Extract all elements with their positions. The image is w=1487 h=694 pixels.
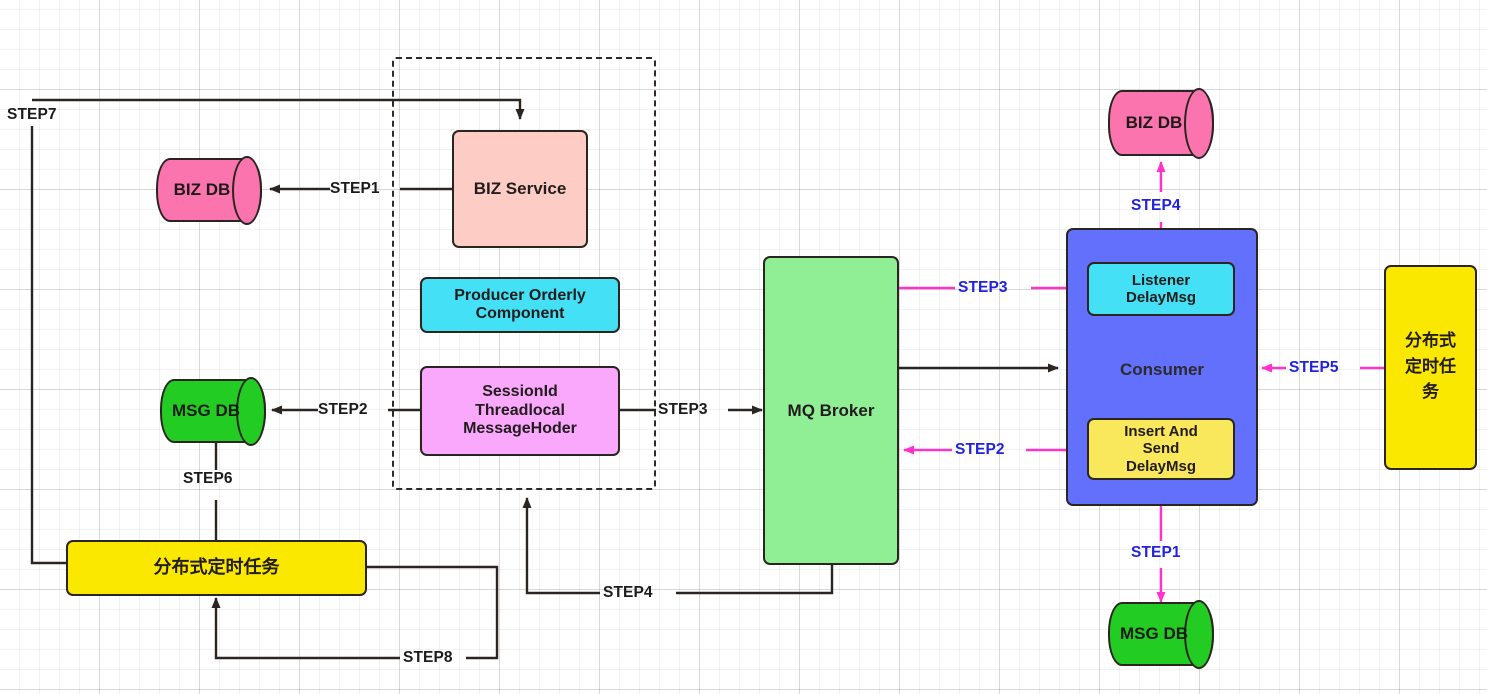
- sessionid-threadlocal-messageholder[interactable]: SessionId Threadlocal MessageHoder: [420, 366, 620, 456]
- scheduler-right-label-line2: 定时任: [1405, 356, 1456, 377]
- edge-label-step5-right: STEP5: [1289, 359, 1339, 376]
- msg-db-left[interactable]: MSG DB: [160, 376, 266, 446]
- msg-db-right-label: MSG DB: [1120, 624, 1188, 643]
- producer-component-label-line2: Component: [475, 305, 565, 322]
- mq-broker-label: MQ Broker: [787, 400, 875, 420]
- scheduler-right-label-line3: 务: [1422, 382, 1439, 403]
- producer-orderly-component[interactable]: Producer Orderly Component: [420, 277, 620, 333]
- scheduler-left[interactable]: 分布式定时任务: [66, 540, 367, 596]
- listener-label-line1: Listener: [1131, 271, 1191, 289]
- producer-component-label-line1: Producer Orderly: [454, 286, 586, 304]
- biz-db-left[interactable]: BIZ DB: [156, 155, 262, 225]
- biz-service[interactable]: BIZ Service: [452, 130, 588, 248]
- edge-label-step4-left: STEP4: [603, 584, 653, 601]
- listener-label-line2: DelayMsg: [1125, 289, 1197, 306]
- edge-label-step2-left: STEP2: [318, 401, 368, 418]
- edge-label-step6-left: STEP6: [183, 470, 233, 487]
- insert-send-label-line3: DelayMsg: [1125, 457, 1197, 475]
- biz-db-right-label: BIZ DB: [1125, 113, 1183, 132]
- biz-db-right[interactable]: BIZ DB: [1108, 87, 1214, 159]
- edge-label-step8-left: STEP8: [403, 649, 453, 666]
- diagram-canvas: BIZ DB BIZ Service Producer Orderly Comp…: [0, 0, 1487, 694]
- insert-send-label-line1: Insert And: [1124, 423, 1198, 441]
- scheduler-left-label: 分布式定时任务: [153, 556, 280, 578]
- session-holder-label-line2: Threadlocal: [475, 401, 565, 419]
- listener-delay-msg[interactable]: Listener DelayMsg: [1087, 262, 1235, 316]
- biz-service-label: BIZ Service: [473, 179, 567, 199]
- edge-label-step7-left: STEP7: [7, 106, 57, 123]
- edge-label-step1-right: STEP1: [1131, 544, 1181, 561]
- edge-label-step4-right: STEP4: [1131, 197, 1181, 214]
- insert-and-send-delay-msg[interactable]: Insert And Send DelayMsg: [1087, 418, 1235, 480]
- msg-db-left-label: MSG DB: [172, 401, 240, 420]
- mq-broker[interactable]: MQ Broker: [763, 256, 899, 565]
- scheduler-right-label-line1: 分布式: [1405, 331, 1456, 352]
- scheduler-right[interactable]: 分布式 定时任 务: [1384, 265, 1477, 470]
- edge-label-step1-left: STEP1: [330, 180, 380, 197]
- insert-send-label-line2: Send: [1142, 440, 1180, 458]
- session-holder-label-line3: MessageHoder: [463, 420, 577, 438]
- edge-label-step2-right: STEP2: [955, 441, 1005, 458]
- edge-label-step3-left: STEP3: [658, 401, 708, 418]
- biz-db-left-label: BIZ DB: [173, 180, 231, 199]
- consumer-label: Consumer: [1119, 360, 1205, 379]
- session-holder-label-line1: SessionId: [482, 383, 558, 401]
- edge-label-step3-right: STEP3: [958, 279, 1008, 296]
- msg-db-right[interactable]: MSG DB: [1108, 599, 1214, 669]
